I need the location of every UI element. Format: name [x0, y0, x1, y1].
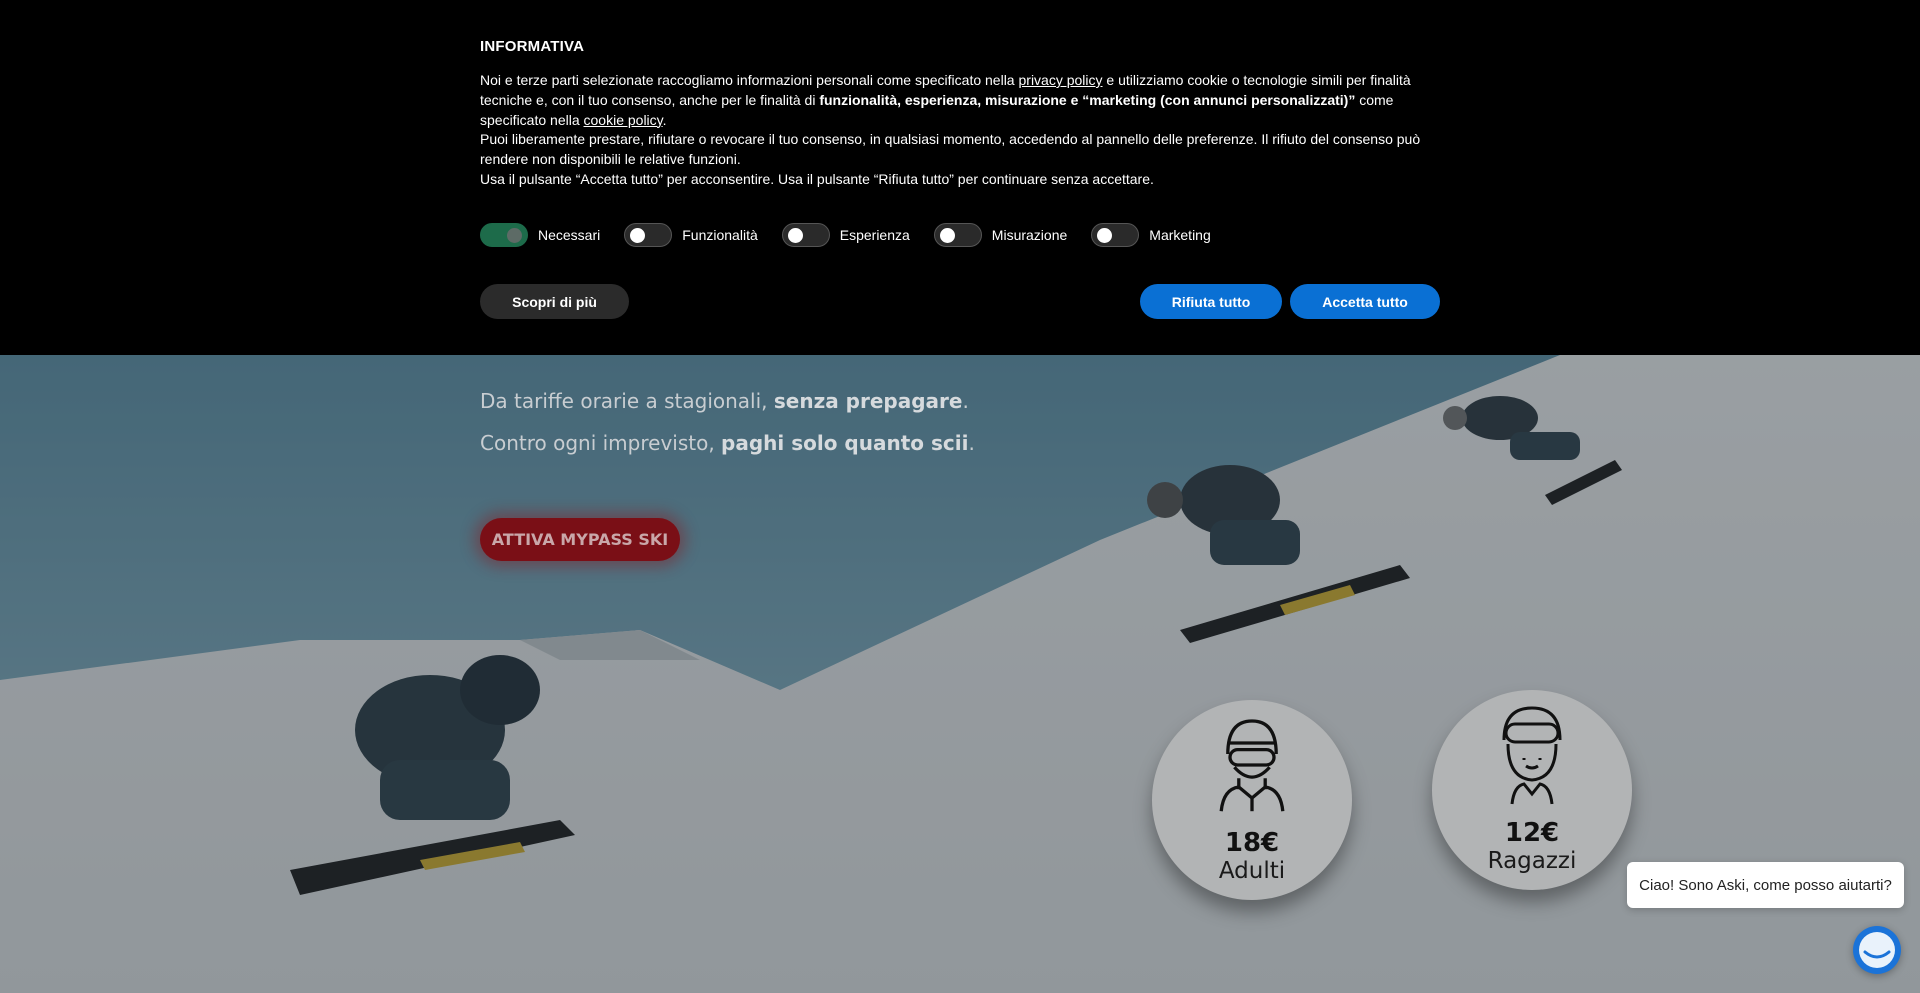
hero-line-2: Contro ogni imprevisto, paghi solo quant… — [480, 431, 975, 455]
toggle-misurazione[interactable]: Misurazione — [933, 223, 1068, 247]
cookie-paragraph-1: Noi e terze parti selezionate raccogliam… — [480, 72, 1411, 128]
price-amount: 18€ — [1224, 828, 1280, 858]
cookie-banner: INFORMATIVA Noi e terze parti selezionat… — [0, 0, 1920, 355]
toggle-switch[interactable] — [1091, 223, 1140, 247]
consent-toggles: Necessari Funzionalità Esperienza Misura… — [480, 223, 1235, 247]
adult-skier-icon — [1219, 719, 1285, 812]
toggle-switch[interactable] — [781, 223, 830, 247]
toggle-switch[interactable] — [480, 223, 528, 247]
toggle-knob — [1097, 228, 1113, 243]
chat-avatar-icon — [1859, 932, 1895, 968]
accept-all-button[interactable]: Accetta tutto — [1290, 284, 1440, 319]
toggle-necessari[interactable]: Necessari — [480, 223, 600, 247]
toggle-knob — [939, 228, 955, 243]
learn-more-button[interactable]: Scopri di più — [480, 284, 629, 319]
toggle-switch[interactable] — [624, 223, 673, 247]
price-amount: 12€ — [1504, 818, 1560, 848]
cookie-policy-link[interactable]: cookie policy — [584, 112, 663, 128]
toggle-knob — [507, 228, 522, 243]
price-label: Adulti — [1218, 858, 1286, 884]
cookie-title: INFORMATIVA — [480, 38, 585, 55]
chat-launcher-button[interactable] — [1853, 926, 1901, 974]
price-label: Ragazzi — [1487, 848, 1577, 874]
toggle-label: Necessari — [538, 227, 601, 243]
toggle-switch[interactable] — [933, 223, 982, 247]
toggle-label: Esperienza — [839, 227, 910, 243]
cookie-paragraph-2: Puoi liberamente prestare, rifiutare o r… — [480, 131, 1421, 168]
toggle-label: Funzionalità — [682, 227, 758, 243]
price-card-kids: 12€ Ragazzi — [1432, 690, 1632, 890]
privacy-policy-link[interactable]: privacy policy — [1019, 72, 1103, 88]
kid-skier-icon — [1502, 706, 1562, 805]
cookie-paragraph-3: Usa il pulsante “Accetta tutto” per acco… — [480, 170, 1154, 187]
hero-text: Da tariffe orarie a stagionali, senza pr… — [480, 388, 1180, 472]
toggle-esperienza[interactable]: Esperienza — [781, 223, 910, 247]
toggle-label: Marketing — [1149, 227, 1211, 243]
toggle-knob — [787, 228, 803, 243]
cookie-text: Noi e terze parti selezionate raccogliam… — [480, 71, 1440, 190]
price-card-adults: 18€ Adulti — [1152, 700, 1352, 900]
toggle-marketing[interactable]: Marketing — [1091, 223, 1211, 247]
reject-all-button[interactable]: Rifiuta tutto — [1140, 284, 1282, 319]
chat-greeting-bubble[interactable]: Ciao! Sono Aski, come posso aiutarti? — [1627, 862, 1904, 908]
toggle-knob — [630, 228, 646, 243]
activate-mypass-button[interactable]: ATTIVA MYPASS SKI — [480, 518, 680, 561]
toggle-funzionalita[interactable]: Funzionalità — [624, 223, 758, 247]
hero-line-1: Da tariffe orarie a stagionali, senza pr… — [480, 389, 969, 413]
cookie-content: INFORMATIVA Noi e terze parti selezionat… — [480, 38, 1440, 190]
toggle-label: Misurazione — [991, 227, 1068, 243]
